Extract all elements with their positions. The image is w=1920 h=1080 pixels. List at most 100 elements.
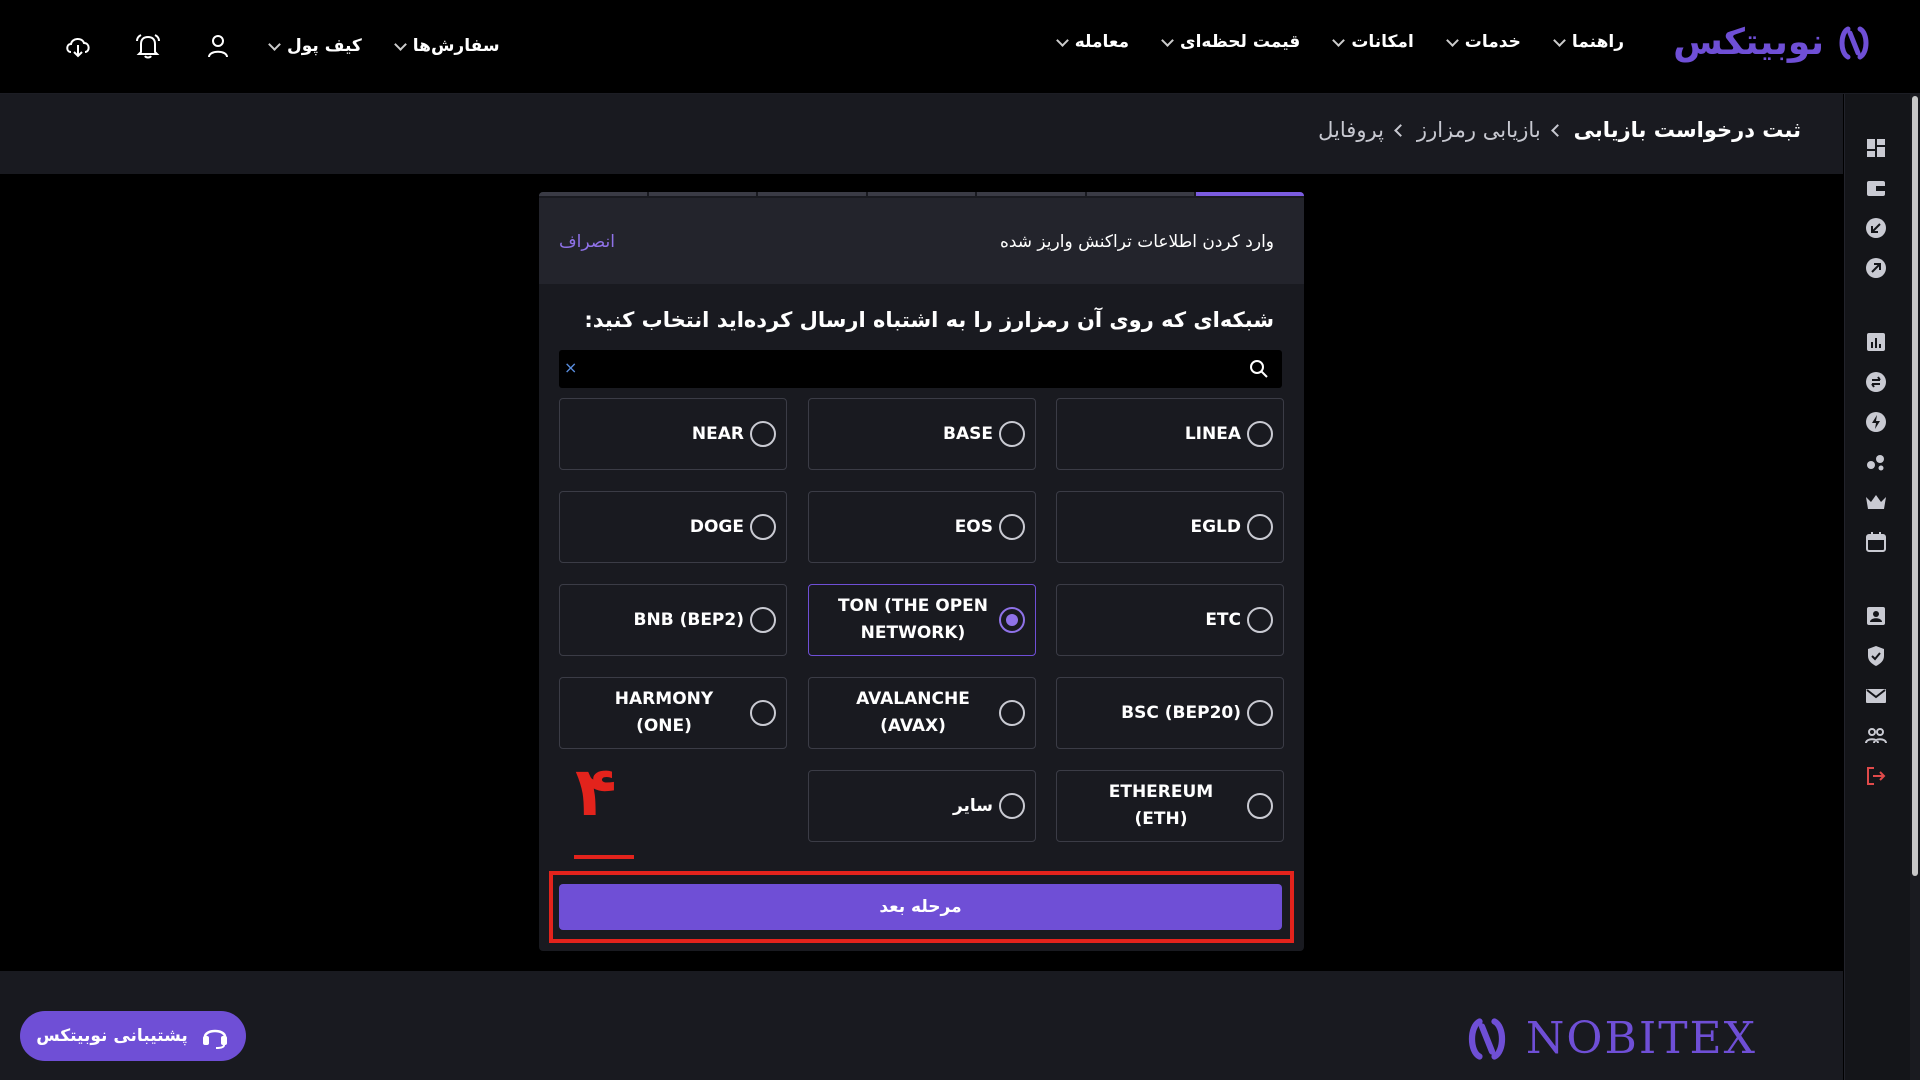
network-option-egld[interactable]: EGLD	[1056, 491, 1284, 563]
shield-icon	[1868, 646, 1884, 666]
support-chat-button[interactable]: پشتیبانی نوبیتکس	[20, 1011, 246, 1061]
chevron-down-icon	[268, 37, 281, 51]
network-option-label: EGLD	[1190, 516, 1241, 537]
network-option-label: BNB (BEP2)	[633, 609, 744, 630]
side-exchange[interactable]	[1864, 370, 1888, 394]
chevron-down-icon	[393, 37, 407, 51]
side-dashboard[interactable]	[1864, 136, 1888, 160]
brand-logo[interactable]: نوبیتکس	[1673, 22, 1874, 63]
clear-search-button[interactable]: ×	[564, 358, 577, 377]
dashboard-icon	[1867, 139, 1885, 157]
side-referral[interactable]	[1864, 450, 1888, 474]
radio-button[interactable]	[999, 793, 1025, 819]
nav-features[interactable]: امکانات	[1332, 32, 1414, 52]
network-option-base[interactable]: BASE	[808, 398, 1036, 470]
bell-icon	[136, 34, 160, 59]
network-option-label: ETC	[1205, 609, 1241, 630]
wallet-icon	[1867, 181, 1885, 196]
radio-button[interactable]	[750, 421, 776, 447]
nav-features-label: امکانات	[1351, 32, 1414, 52]
deposit-arrow-icon	[1866, 218, 1886, 238]
support-label: پشتیبانی نوبیتکس	[36, 1026, 188, 1046]
nav-live-price[interactable]: قیمت لحظه‌ای	[1161, 32, 1300, 52]
footer-brand-name: NOBITEX	[1525, 1013, 1757, 1064]
network-option-bsc[interactable]: BSC (BEP20)	[1056, 677, 1284, 749]
nav-trade[interactable]: معامله	[1055, 32, 1129, 52]
modal-header: وارد کردن اطلاعات تراکنش واریز شده انصرا…	[539, 198, 1304, 284]
radio-button[interactable]	[1247, 700, 1273, 726]
network-option-label: EOS	[954, 516, 993, 537]
search-input[interactable]	[585, 354, 1225, 384]
profile-button[interactable]	[200, 28, 236, 64]
users-icon	[1865, 728, 1887, 744]
calendar-icon	[1866, 532, 1886, 552]
progress-step	[867, 192, 976, 196]
page-footer: پشتیبانی نوبیتکس NOBITEX	[0, 971, 1843, 1080]
next-step-button[interactable]: مرحله بعد	[559, 884, 1282, 930]
nav-orders[interactable]: سفارش‌ها	[393, 36, 500, 56]
progress-step-active	[1196, 192, 1304, 196]
nav-wallet[interactable]: کیف پول	[268, 36, 362, 56]
chevron-left-icon	[1550, 123, 1564, 137]
side-vip[interactable]	[1864, 490, 1888, 514]
radio-button[interactable]	[750, 514, 776, 540]
network-option-eos[interactable]: EOS	[808, 491, 1036, 563]
nav-services[interactable]: خدمات	[1445, 32, 1521, 52]
cancel-button[interactable]: انصراف	[559, 232, 615, 252]
annotation-underline	[574, 855, 634, 859]
side-menu	[1844, 94, 1920, 1080]
breadcrumb-profile[interactable]: پروفایل	[1318, 118, 1384, 142]
network-option-ton[interactable]: TON (THE OPEN NETWORK)	[808, 584, 1036, 656]
radio-button[interactable]	[750, 607, 776, 633]
side-quick[interactable]	[1864, 410, 1888, 434]
radio-button[interactable]	[999, 421, 1025, 447]
breadcrumb-recovery[interactable]: بازیابی رمزارز	[1417, 118, 1541, 142]
network-option-label: LINEA	[1184, 423, 1241, 444]
side-withdraw[interactable]	[1864, 256, 1888, 280]
side-deposit[interactable]	[1864, 216, 1888, 240]
network-option-near[interactable]: NEAR	[559, 398, 787, 470]
chevron-down-icon	[1332, 33, 1346, 47]
download-app-button[interactable]	[60, 28, 96, 64]
side-reports[interactable]	[1864, 330, 1888, 354]
network-option-etc[interactable]: ETC	[1056, 584, 1284, 656]
side-invite[interactable]	[1864, 724, 1888, 748]
radio-button[interactable]	[1247, 514, 1273, 540]
nav-help-label: راهنما	[1571, 32, 1624, 52]
scrollbar-thumb[interactable]	[1912, 96, 1918, 876]
radio-button[interactable]	[1247, 607, 1273, 633]
radio-button[interactable]	[999, 700, 1025, 726]
side-messages[interactable]	[1864, 684, 1888, 708]
chevron-down-icon	[1161, 33, 1174, 47]
radio-button[interactable]	[750, 700, 776, 726]
notifications-button[interactable]	[130, 28, 166, 64]
radio-button-selected[interactable]	[999, 607, 1025, 633]
network-option-bnb[interactable]: BNB (BEP2)	[559, 584, 787, 656]
radio-button[interactable]	[999, 514, 1025, 540]
withdraw-arrow-icon	[1866, 258, 1886, 278]
side-wallet[interactable]	[1864, 176, 1888, 200]
chevron-down-icon	[1055, 33, 1069, 47]
network-option-label: ETHEREUM (ETH)	[1108, 782, 1214, 829]
network-option-harmony[interactable]: HARMONY (ONE)	[559, 677, 787, 749]
share-nodes-icon	[1867, 455, 1884, 471]
radio-button[interactable]	[1247, 793, 1273, 819]
exchange-icon	[1866, 372, 1886, 392]
side-security[interactable]	[1864, 644, 1888, 668]
radio-button[interactable]	[1247, 421, 1273, 447]
network-option-avax[interactable]: AVALANCHE (AVAX)	[808, 677, 1036, 749]
side-account[interactable]	[1864, 604, 1888, 628]
side-calendar[interactable]	[1864, 530, 1888, 554]
network-option-linea[interactable]: LINEA	[1056, 398, 1284, 470]
breadcrumb-bar: پروفایل بازیابی رمزارز ثبت درخواست بازیا…	[0, 94, 1843, 174]
breadcrumb-current: ثبت درخواست بازیابی	[1573, 118, 1801, 142]
nav-help[interactable]: راهنما	[1553, 32, 1624, 52]
nav-orders-label: سفارش‌ها	[412, 36, 500, 56]
modal-title: وارد کردن اطلاعات تراکنش واریز شده	[999, 232, 1274, 252]
side-logout[interactable]	[1864, 764, 1888, 788]
network-option-other[interactable]: سایر	[808, 770, 1036, 842]
footer-brand-logo: NOBITEX	[1462, 1013, 1757, 1064]
nav-actions: کیف پول سفارش‌ها	[60, 28, 500, 64]
network-option-doge[interactable]: DOGE	[559, 491, 787, 563]
network-option-ethereum[interactable]: ETHEREUM (ETH)	[1056, 770, 1284, 842]
